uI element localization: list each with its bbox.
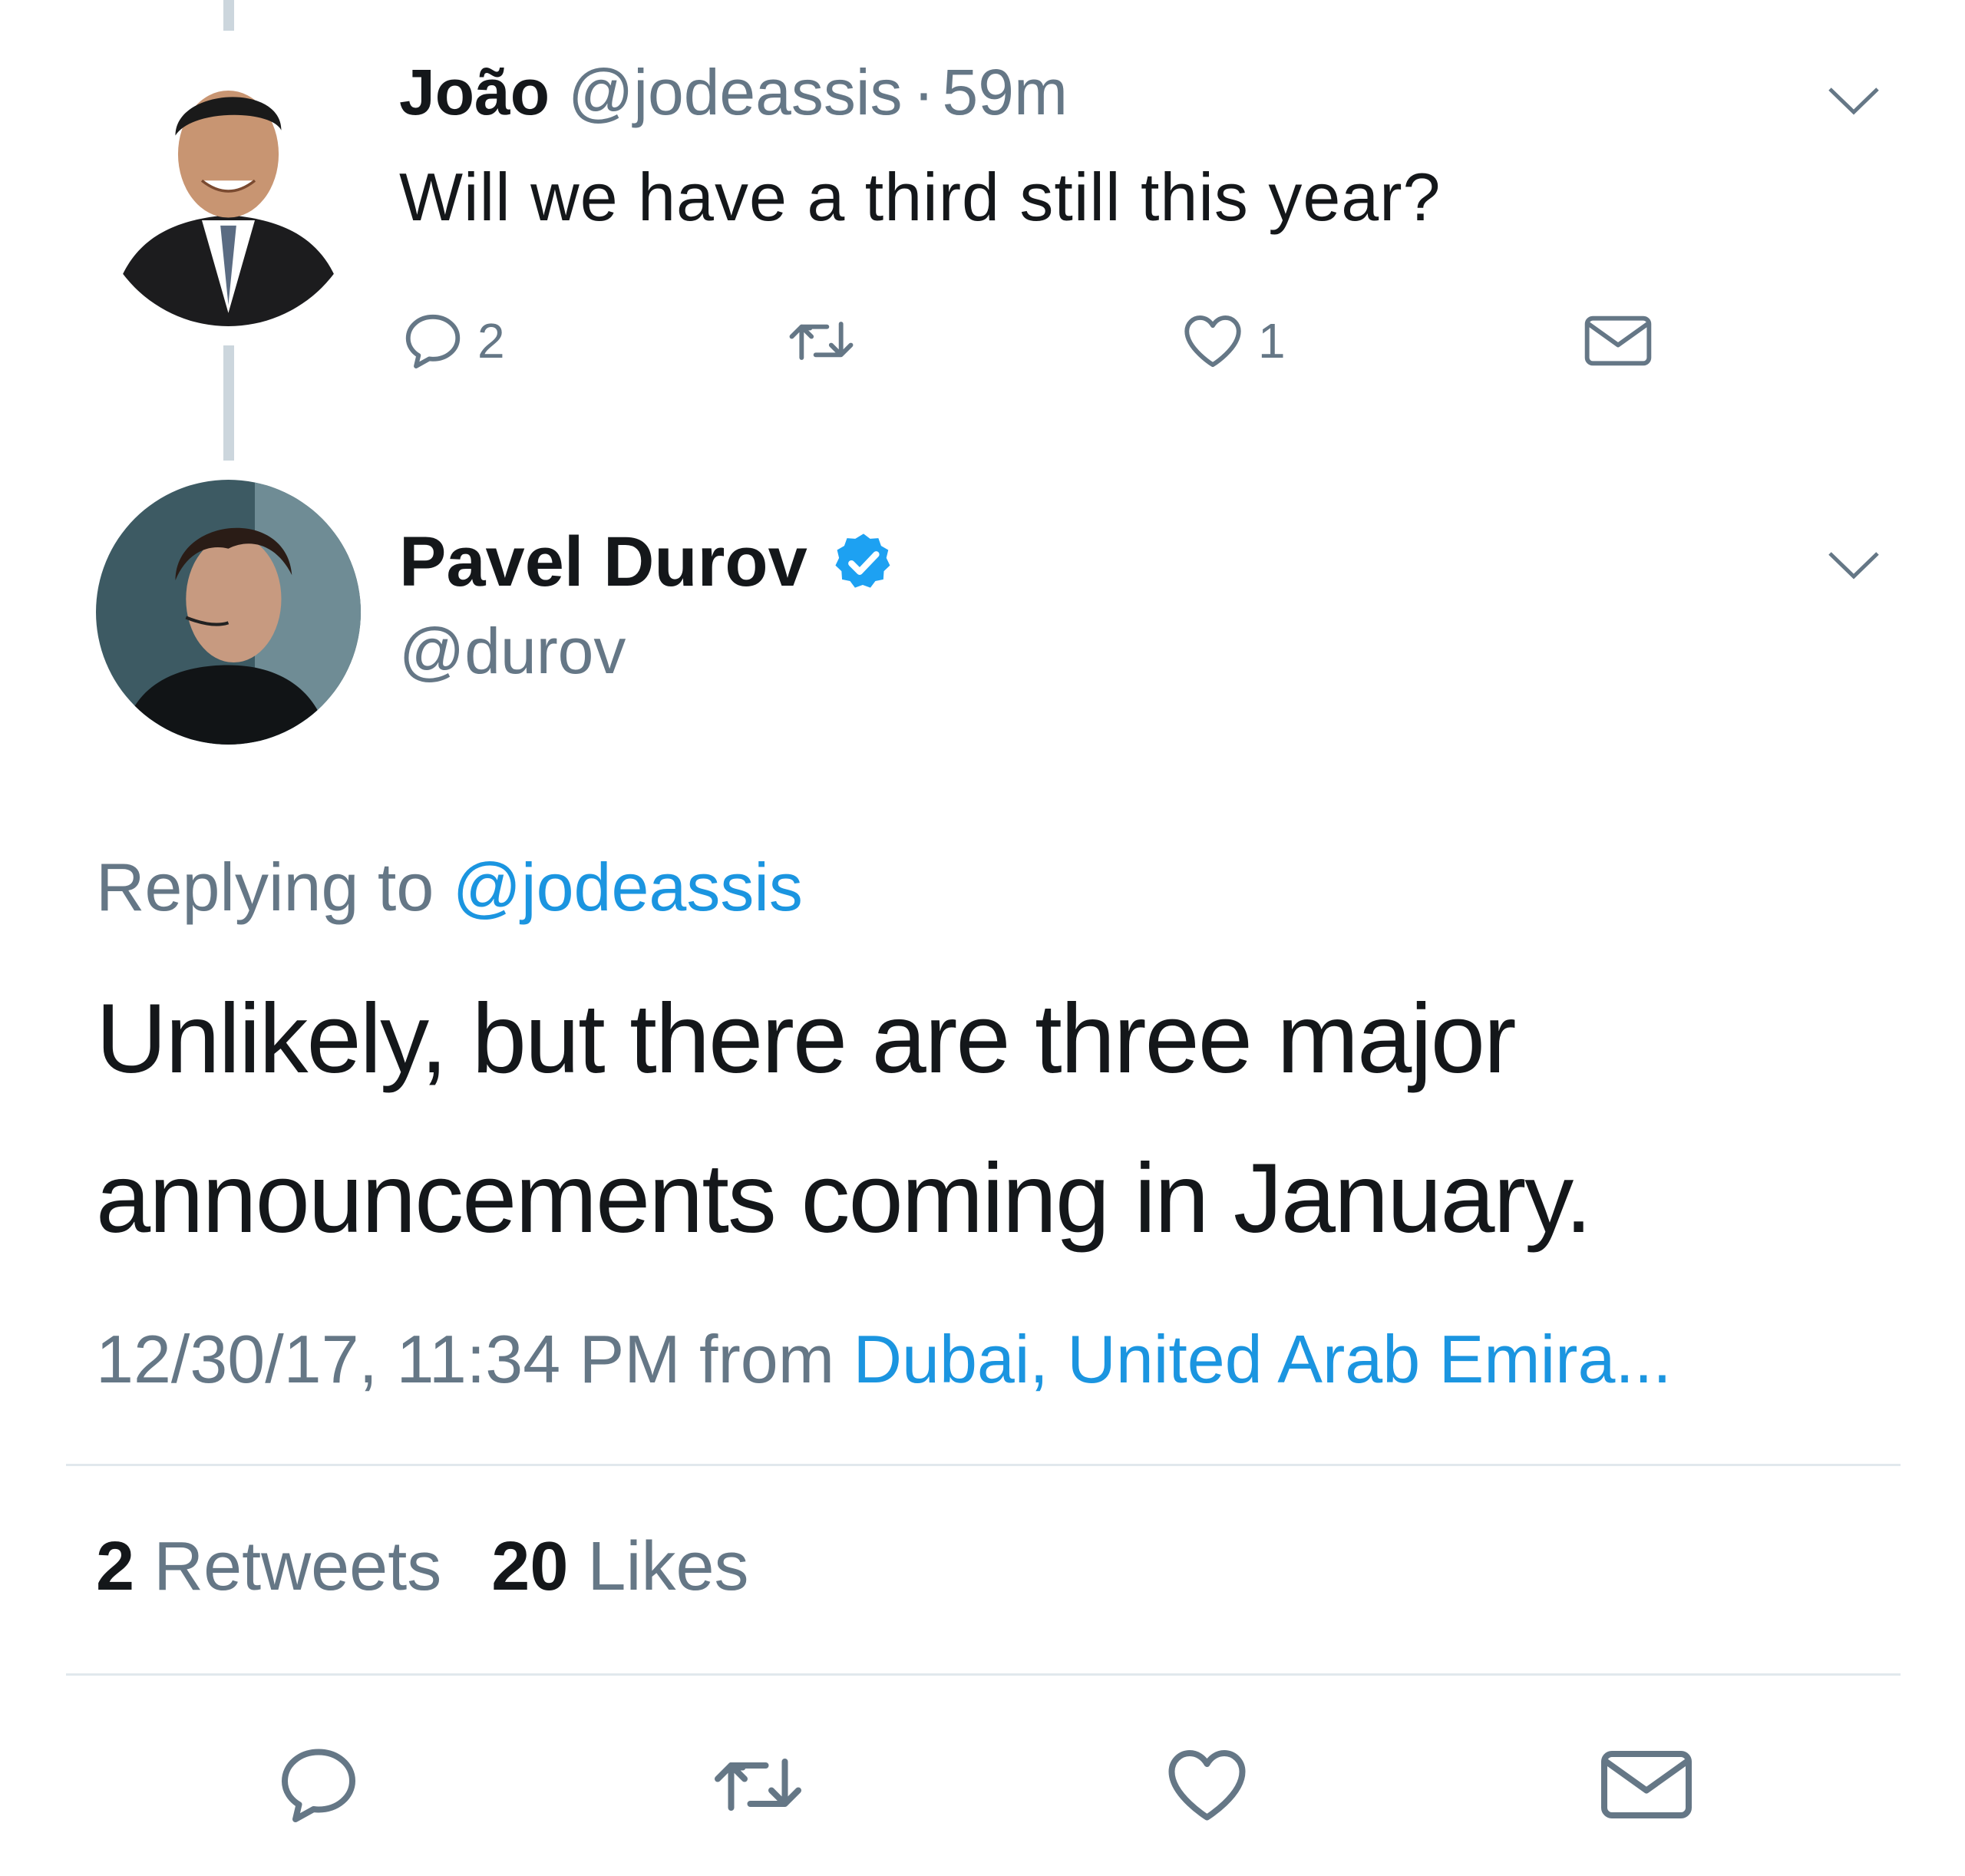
- separator-dot: ·: [913, 56, 935, 128]
- thread-line-middle: [223, 345, 234, 461]
- like-count: 1: [1258, 313, 1286, 368]
- replying-prefix: Replying to: [96, 849, 434, 925]
- tweet-text-line2: announcements coming in January.: [96, 1144, 1592, 1253]
- retweet-icon: [789, 322, 854, 360]
- chevron-down-icon[interactable]: [1827, 549, 1881, 583]
- thread-line-top: [223, 0, 234, 31]
- like-icon: [1184, 315, 1241, 368]
- retweet-icon: [715, 1759, 801, 1811]
- tweet-timestamp[interactable]: 12/30/17, 11:34 PM: [96, 1321, 681, 1397]
- reply-tweet-header: João @jodeassis · 59m: [399, 55, 1068, 130]
- retweet-count: 2: [96, 1528, 135, 1605]
- like-button[interactable]: [1159, 1739, 1255, 1831]
- reply-button[interactable]: [272, 1739, 365, 1831]
- reply-count: 2: [477, 313, 505, 368]
- author-name[interactable]: João: [399, 55, 550, 130]
- reply-icon: [405, 314, 461, 368]
- engagement-stats: 2 Retweets 20 Likes: [96, 1528, 749, 1607]
- tweet-time[interactable]: 59m: [943, 55, 1068, 130]
- tweet-body: Unlikely, but there are three major anno…: [96, 959, 1592, 1279]
- dm-icon: [1584, 315, 1652, 366]
- retweet-action[interactable]: [783, 307, 860, 375]
- tweet-meta: 12/30/17, 11:34 PM from Dubai, United Ar…: [96, 1320, 1672, 1399]
- like-count: 20: [491, 1528, 569, 1605]
- avatar-pavel-durov[interactable]: [96, 480, 361, 745]
- replying-handle-link[interactable]: @jodeassis: [453, 849, 803, 925]
- dm-action[interactable]: [1581, 307, 1655, 375]
- retweets-label: Retweets: [154, 1528, 442, 1605]
- like-action[interactable]: 1: [1178, 307, 1286, 375]
- avatar-joao[interactable]: [96, 61, 361, 326]
- retweet-button[interactable]: [706, 1739, 810, 1831]
- author-name: Pavel Durov: [399, 523, 807, 601]
- verified-badge-icon: [835, 533, 890, 588]
- like-icon: [1168, 1750, 1246, 1821]
- reply-tweet-text: Will we have a third still this year?: [399, 159, 1442, 235]
- retweets-stat[interactable]: 2 Retweets: [96, 1528, 441, 1605]
- location-link[interactable]: Dubai, United Arab Emira...: [853, 1321, 1671, 1397]
- divider-bottom: [66, 1673, 1901, 1676]
- author-handle[interactable]: @durov: [399, 614, 626, 689]
- reply-icon: [282, 1749, 355, 1822]
- dm-button[interactable]: [1597, 1739, 1696, 1831]
- replying-to: Replying to @jodeassis: [96, 848, 803, 926]
- main-tweet-author[interactable]: Pavel Durov: [399, 522, 897, 603]
- dm-icon: [1601, 1751, 1692, 1818]
- author-handle[interactable]: @jodeassis: [568, 55, 902, 130]
- reply-action[interactable]: 2: [399, 307, 505, 375]
- chevron-down-icon[interactable]: [1827, 84, 1881, 118]
- divider-top: [66, 1464, 1901, 1466]
- likes-label: Likes: [587, 1528, 749, 1605]
- likes-stat[interactable]: 20 Likes: [491, 1528, 748, 1605]
- tweet-text-line1: Unlikely, but there are three major: [96, 984, 1517, 1094]
- from-label: from: [699, 1321, 835, 1397]
